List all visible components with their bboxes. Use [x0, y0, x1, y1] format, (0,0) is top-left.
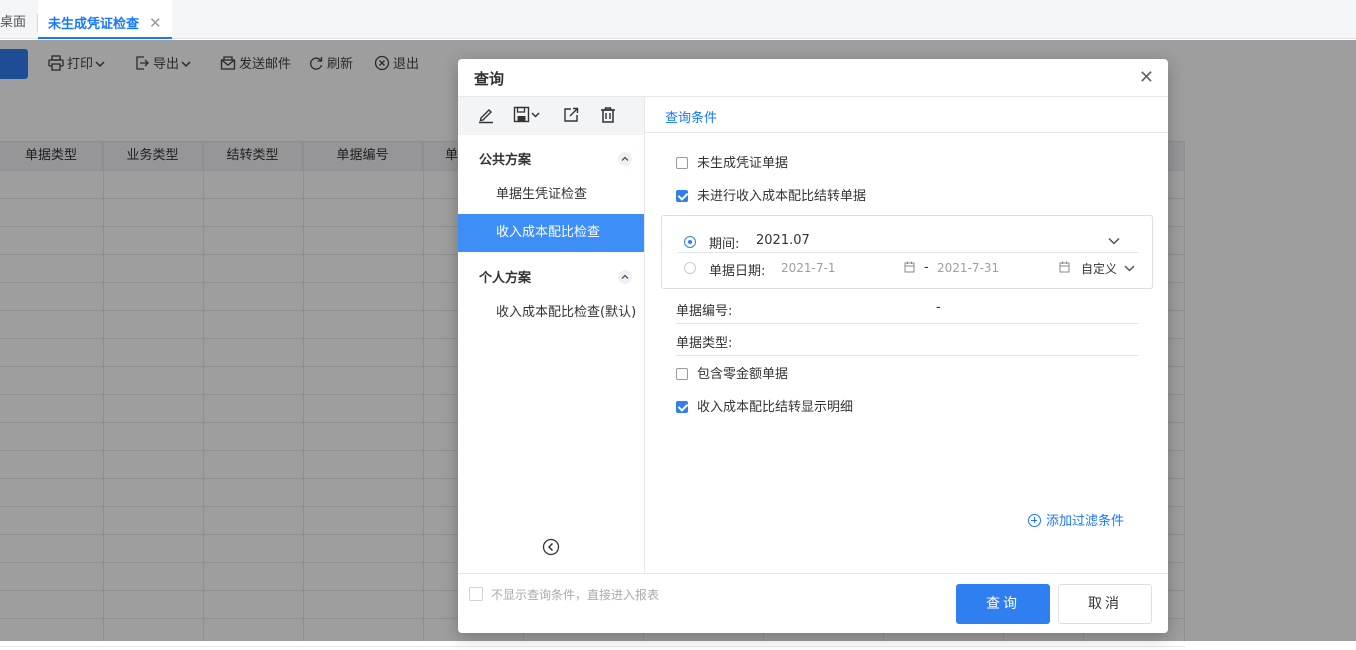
divider [678, 252, 1138, 253]
tab-bar: 桌面 未生成凭证检查 ✕ [0, 0, 1356, 39]
personal-scheme-group[interactable]: 个人方案 [479, 267, 531, 286]
bill-date-label: 单据日期: [709, 264, 766, 279]
chevron-up-icon[interactable] [618, 152, 632, 166]
chevron-up-icon[interactable] [618, 270, 632, 284]
checkbox-label: 收入成本配比结转显示明细 [697, 400, 854, 415]
bill-number-separator: - [936, 300, 941, 315]
checkbox-box[interactable] [676, 401, 688, 413]
scheme-panel: 公共方案 单据生凭证检查 收入成本配比检查 个人方案 收入成本配比检查(默认) [458, 97, 645, 573]
open-external-icon[interactable] [562, 106, 580, 124]
cancel-button[interactable]: 取消 [1058, 584, 1152, 624]
custom-range-select[interactable]: 自定义 [1081, 260, 1117, 277]
scheme-item-voucher-check[interactable]: 单据生凭证检查 [458, 176, 644, 214]
period-selector: 期间: 2021.07 单据日期: 2021-7-1 - 2021-7-31 自… [661, 215, 1153, 289]
checkbox-box[interactable] [469, 587, 483, 601]
add-filter-button[interactable]: 添加过滤条件 [1028, 510, 1124, 529]
date-range-separator: - [924, 260, 929, 275]
chevron-down-icon[interactable] [1108, 236, 1120, 246]
bill-number-range[interactable]: 单据编号: - [676, 295, 1138, 324]
calendar-icon[interactable] [904, 261, 915, 273]
tab-label: 未生成凭证检查 [48, 17, 140, 32]
query-dialog: 查询 ✕ 公共方案 单据生凭证检查 收入成本配比检查 个人方案 收入成本配比检查… [458, 59, 1168, 633]
bill-number-label: 单据编号: [676, 304, 733, 319]
period-radio[interactable] [684, 236, 696, 248]
divider [645, 132, 1168, 133]
query-button[interactable]: 查询 [956, 584, 1050, 624]
skip-conditions-checkbox[interactable]: 不显示查询条件，直接进入报表 [469, 586, 659, 603]
scheme-toolbar [458, 97, 644, 135]
date-to-field[interactable]: 2021-7-31 [937, 261, 999, 275]
bill-type-label: 单据类型: [676, 336, 733, 351]
tab-home[interactable]: 桌面 [0, 0, 26, 38]
period-label: 期间: [709, 237, 740, 252]
tab-unvouchered-check[interactable]: 未生成凭证检查 ✕ [38, 0, 172, 39]
tab-query-conditions[interactable]: 查询条件 [665, 107, 717, 126]
chevron-down-icon[interactable] [1124, 264, 1135, 273]
scheme-item-matching-check[interactable]: 收入成本配比检查 [458, 214, 644, 252]
calendar-icon[interactable] [1059, 261, 1070, 273]
scheme-item-matching-default[interactable]: 收入成本配比检查(默认) [458, 294, 644, 332]
checkbox-box[interactable] [676, 190, 688, 202]
checkbox-box[interactable] [676, 368, 688, 380]
checkbox-label: 包含零金额单据 [697, 367, 789, 382]
collapse-panel-icon[interactable] [542, 538, 560, 556]
checkbox-box[interactable] [676, 157, 688, 169]
checkbox-label: 不显示查询条件，直接进入报表 [491, 588, 660, 602]
checkbox-label: 未进行收入成本配比结转单据 [697, 189, 867, 204]
public-scheme-group[interactable]: 公共方案 [479, 149, 531, 168]
date-from-field[interactable]: 2021-7-1 [781, 261, 835, 275]
delete-icon[interactable] [599, 106, 617, 124]
bill-type-field[interactable]: 单据类型: [676, 327, 1138, 356]
checkbox-label: 未生成凭证单据 [697, 156, 789, 171]
close-icon[interactable]: ✕ [1139, 67, 1154, 88]
conditions-panel: 查询条件 未生成凭证单据 未进行收入成本配比结转单据 期间: 2021.07 单… [645, 97, 1168, 573]
save-icon[interactable] [513, 106, 541, 124]
bill-date-radio[interactable] [684, 262, 696, 274]
close-icon[interactable]: ✕ [149, 14, 162, 32]
edit-icon[interactable] [477, 106, 495, 124]
add-filter-label: 添加过滤条件 [1046, 514, 1125, 529]
period-value[interactable]: 2021.07 [756, 233, 810, 248]
dialog-title: 查询 [474, 70, 505, 88]
add-circle-icon [1028, 514, 1041, 527]
dialog-header: 查询 ✕ [458, 59, 1168, 97]
dialog-footer: 不显示查询条件，直接进入报表 查询 取消 [458, 573, 1168, 633]
